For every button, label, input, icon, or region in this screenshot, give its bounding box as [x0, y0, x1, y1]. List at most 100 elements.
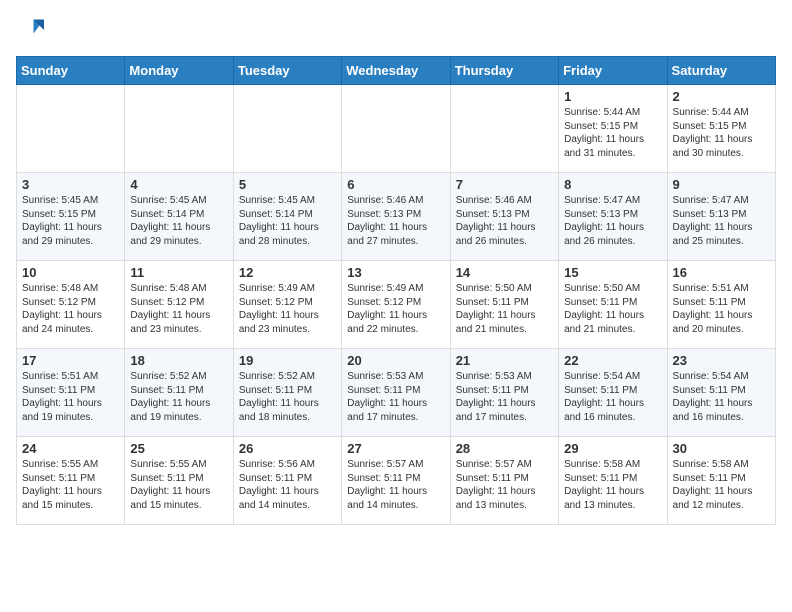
- day-number: 10: [22, 265, 119, 280]
- day-info: Sunrise: 5:57 AMSunset: 5:11 PMDaylight:…: [456, 458, 553, 512]
- day-info: Sunrise: 5:44 AMSunset: 5:15 PMDaylight:…: [564, 106, 661, 160]
- calendar-week-row: 3 Sunrise: 5:45 AMSunset: 5:15 PMDaylight…: [17, 173, 776, 261]
- calendar-cell: 30 Sunrise: 5:58 AMSunset: 5:11 PMDayligh…: [667, 437, 775, 525]
- day-info: Sunrise: 5:48 AMSunset: 5:12 PMDaylight:…: [130, 282, 227, 336]
- calendar-cell: 2 Sunrise: 5:44 AMSunset: 5:15 PMDaylight…: [667, 85, 775, 173]
- day-info: Sunrise: 5:58 AMSunset: 5:11 PMDaylight:…: [564, 458, 661, 512]
- weekday-header-sunday: Sunday: [17, 57, 125, 85]
- day-info: Sunrise: 5:46 AMSunset: 5:13 PMDaylight:…: [456, 194, 553, 248]
- day-info: Sunrise: 5:53 AMSunset: 5:11 PMDaylight:…: [456, 370, 553, 424]
- day-info: Sunrise: 5:50 AMSunset: 5:11 PMDaylight:…: [564, 282, 661, 336]
- calendar-cell: 3 Sunrise: 5:45 AMSunset: 5:15 PMDaylight…: [17, 173, 125, 261]
- calendar-cell: 21 Sunrise: 5:53 AMSunset: 5:11 PMDayligh…: [450, 349, 558, 437]
- day-number: 23: [673, 353, 770, 368]
- day-info: Sunrise: 5:55 AMSunset: 5:11 PMDaylight:…: [22, 458, 119, 512]
- weekday-header-monday: Monday: [125, 57, 233, 85]
- day-info: Sunrise: 5:51 AMSunset: 5:11 PMDaylight:…: [22, 370, 119, 424]
- weekday-header-wednesday: Wednesday: [342, 57, 450, 85]
- day-info: Sunrise: 5:51 AMSunset: 5:11 PMDaylight:…: [673, 282, 770, 336]
- day-number: 6: [347, 177, 444, 192]
- page-header: [16, 16, 776, 44]
- day-info: Sunrise: 5:45 AMSunset: 5:15 PMDaylight:…: [22, 194, 119, 248]
- calendar-cell: 5Sunrise: 5:45 AMSunset: 5:14 PMDaylight…: [233, 173, 341, 261]
- day-info: Sunrise: 5:54 AMSunset: 5:11 PMDaylight:…: [673, 370, 770, 424]
- day-info: Sunrise: 5:52 AMSunset: 5:11 PMDaylight:…: [239, 370, 336, 424]
- weekday-header-row: SundayMondayTuesdayWednesdayThursdayFrid…: [17, 57, 776, 85]
- calendar-week-row: 10 Sunrise: 5:48 AMSunset: 5:12 PMDayligh…: [17, 261, 776, 349]
- day-number: 28: [456, 441, 553, 456]
- calendar-cell: [125, 85, 233, 173]
- day-info: Sunrise: 5:48 AMSunset: 5:12 PMDaylight:…: [22, 282, 119, 336]
- calendar-cell: 26Sunrise: 5:56 AMSunset: 5:11 PMDayligh…: [233, 437, 341, 525]
- day-number: 2: [673, 89, 770, 104]
- day-info: Sunrise: 5:44 AMSunset: 5:15 PMDaylight:…: [673, 106, 770, 160]
- calendar-cell: 23 Sunrise: 5:54 AMSunset: 5:11 PMDayligh…: [667, 349, 775, 437]
- day-info: Sunrise: 5:52 AMSunset: 5:11 PMDaylight:…: [130, 370, 227, 424]
- day-info: Sunrise: 5:55 AMSunset: 5:11 PMDaylight:…: [130, 458, 227, 512]
- calendar-cell: 10 Sunrise: 5:48 AMSunset: 5:12 PMDayligh…: [17, 261, 125, 349]
- calendar-cell: 14 Sunrise: 5:50 AMSunset: 5:11 PMDayligh…: [450, 261, 558, 349]
- day-number: 30: [673, 441, 770, 456]
- calendar-cell: [17, 85, 125, 173]
- calendar-week-row: 24 Sunrise: 5:55 AMSunset: 5:11 PMDayligh…: [17, 437, 776, 525]
- calendar-cell: 11 Sunrise: 5:48 AMSunset: 5:12 PMDayligh…: [125, 261, 233, 349]
- calendar-cell: [450, 85, 558, 173]
- calendar-cell: 25 Sunrise: 5:55 AMSunset: 5:11 PMDayligh…: [125, 437, 233, 525]
- day-number: 27: [347, 441, 444, 456]
- weekday-header-saturday: Saturday: [667, 57, 775, 85]
- day-number: 13: [347, 265, 444, 280]
- day-number: 24: [22, 441, 119, 456]
- day-number: 16: [673, 265, 770, 280]
- day-number: 26: [239, 441, 336, 456]
- day-info: Sunrise: 5:45 AMSunset: 5:14 PMDaylight:…: [239, 194, 336, 248]
- logo-icon: [16, 16, 44, 44]
- calendar-cell: [233, 85, 341, 173]
- calendar-cell: 29 Sunrise: 5:58 AMSunset: 5:11 PMDayligh…: [559, 437, 667, 525]
- calendar-cell: 6 Sunrise: 5:46 AMSunset: 5:13 PMDaylight…: [342, 173, 450, 261]
- weekday-header-friday: Friday: [559, 57, 667, 85]
- day-number: 18: [130, 353, 227, 368]
- calendar-cell: [342, 85, 450, 173]
- calendar-table: SundayMondayTuesdayWednesdayThursdayFrid…: [16, 56, 776, 525]
- calendar-cell: 4 Sunrise: 5:45 AMSunset: 5:14 PMDaylight…: [125, 173, 233, 261]
- day-number: 29: [564, 441, 661, 456]
- day-number: 25: [130, 441, 227, 456]
- calendar-week-row: 1 Sunrise: 5:44 AMSunset: 5:15 PMDaylight…: [17, 85, 776, 173]
- calendar-cell: 18 Sunrise: 5:52 AMSunset: 5:11 PMDayligh…: [125, 349, 233, 437]
- calendar-cell: 19 Sunrise: 5:52 AMSunset: 5:11 PMDayligh…: [233, 349, 341, 437]
- day-info: Sunrise: 5:46 AMSunset: 5:13 PMDaylight:…: [347, 194, 444, 248]
- day-number: 3: [22, 177, 119, 192]
- weekday-header-tuesday: Tuesday: [233, 57, 341, 85]
- weekday-header-thursday: Thursday: [450, 57, 558, 85]
- day-number: 22: [564, 353, 661, 368]
- day-number: 11: [130, 265, 227, 280]
- calendar-cell: 22 Sunrise: 5:54 AMSunset: 5:11 PMDayligh…: [559, 349, 667, 437]
- day-info: Sunrise: 5:50 AMSunset: 5:11 PMDaylight:…: [456, 282, 553, 336]
- calendar-cell: 27 Sunrise: 5:57 AMSunset: 5:11 PMDayligh…: [342, 437, 450, 525]
- day-number: 9: [673, 177, 770, 192]
- day-number: 20: [347, 353, 444, 368]
- calendar-cell: 9Sunrise: 5:47 AMSunset: 5:13 PMDaylight…: [667, 173, 775, 261]
- day-number: 21: [456, 353, 553, 368]
- day-number: 17: [22, 353, 119, 368]
- day-number: 19: [239, 353, 336, 368]
- day-info: Sunrise: 5:49 AMSunset: 5:12 PMDaylight:…: [239, 282, 336, 336]
- day-number: 14: [456, 265, 553, 280]
- calendar-cell: 20Sunrise: 5:53 AMSunset: 5:11 PMDayligh…: [342, 349, 450, 437]
- calendar-cell: 7Sunrise: 5:46 AMSunset: 5:13 PMDaylight…: [450, 173, 558, 261]
- day-number: 1: [564, 89, 661, 104]
- day-info: Sunrise: 5:49 AMSunset: 5:12 PMDaylight:…: [347, 282, 444, 336]
- day-number: 15: [564, 265, 661, 280]
- day-info: Sunrise: 5:54 AMSunset: 5:11 PMDaylight:…: [564, 370, 661, 424]
- day-info: Sunrise: 5:57 AMSunset: 5:11 PMDaylight:…: [347, 458, 444, 512]
- calendar-cell: 1 Sunrise: 5:44 AMSunset: 5:15 PMDaylight…: [559, 85, 667, 173]
- calendar-cell: 15 Sunrise: 5:50 AMSunset: 5:11 PMDayligh…: [559, 261, 667, 349]
- day-info: Sunrise: 5:45 AMSunset: 5:14 PMDaylight:…: [130, 194, 227, 248]
- day-info: Sunrise: 5:58 AMSunset: 5:11 PMDaylight:…: [673, 458, 770, 512]
- calendar-cell: 16 Sunrise: 5:51 AMSunset: 5:11 PMDayligh…: [667, 261, 775, 349]
- calendar-cell: 28 Sunrise: 5:57 AMSunset: 5:11 PMDayligh…: [450, 437, 558, 525]
- day-number: 4: [130, 177, 227, 192]
- calendar-week-row: 17 Sunrise: 5:51 AMSunset: 5:11 PMDayligh…: [17, 349, 776, 437]
- calendar-cell: 17 Sunrise: 5:51 AMSunset: 5:11 PMDayligh…: [17, 349, 125, 437]
- day-number: 8: [564, 177, 661, 192]
